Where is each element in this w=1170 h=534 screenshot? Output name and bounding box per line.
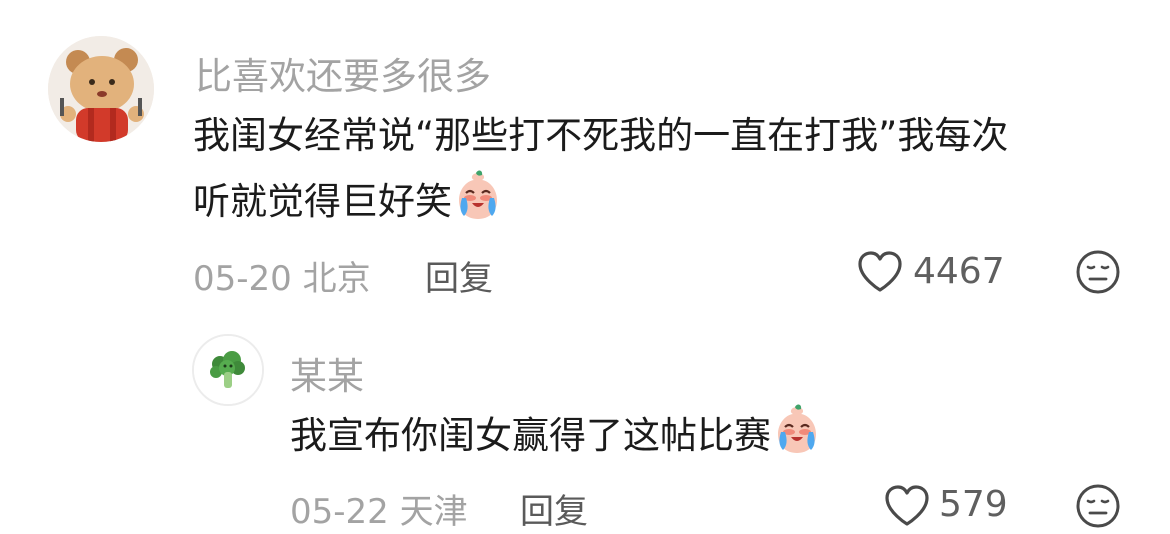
reply-button[interactable]: 回复 <box>520 484 588 533</box>
broccoli-avatar-icon <box>194 336 262 404</box>
neutral-face-icon[interactable] <box>1074 482 1122 534</box>
reply-button[interactable]: 回复 <box>425 251 493 300</box>
comment-text-line-1: 我闺女经常说“那些打不死我的一直在打我”我每次 <box>193 114 1009 157</box>
comment-date-location: 05-20 北京 <box>193 259 371 299</box>
crying-face-emoji-icon <box>771 404 823 456</box>
heart-outline-icon[interactable] <box>883 484 931 532</box>
heart-outline-icon[interactable] <box>856 250 904 298</box>
username[interactable]: 比喜欢还要多很多 <box>195 46 491 100</box>
comment-text: 我宣布你闺女赢得了这帖比赛 <box>290 414 771 457</box>
user-avatar[interactable] <box>192 334 264 406</box>
comment-text: 听就觉得巨好笑 <box>193 180 452 223</box>
user-avatar[interactable] <box>48 36 154 142</box>
bear-avatar-icon <box>48 36 154 142</box>
neutral-face-icon[interactable] <box>1074 248 1122 300</box>
like-count: 4467 <box>913 251 1005 292</box>
like-count: 579 <box>939 484 1008 525</box>
crying-face-emoji-icon <box>452 170 504 222</box>
username[interactable]: 某某 <box>290 346 364 400</box>
comment-text-line-2: 听就觉得巨好笑 <box>193 170 504 234</box>
comment-text-line-1: 我宣布你闺女赢得了这帖比赛 <box>290 404 823 468</box>
comment-date-location: 05-22 天津 <box>290 492 468 532</box>
